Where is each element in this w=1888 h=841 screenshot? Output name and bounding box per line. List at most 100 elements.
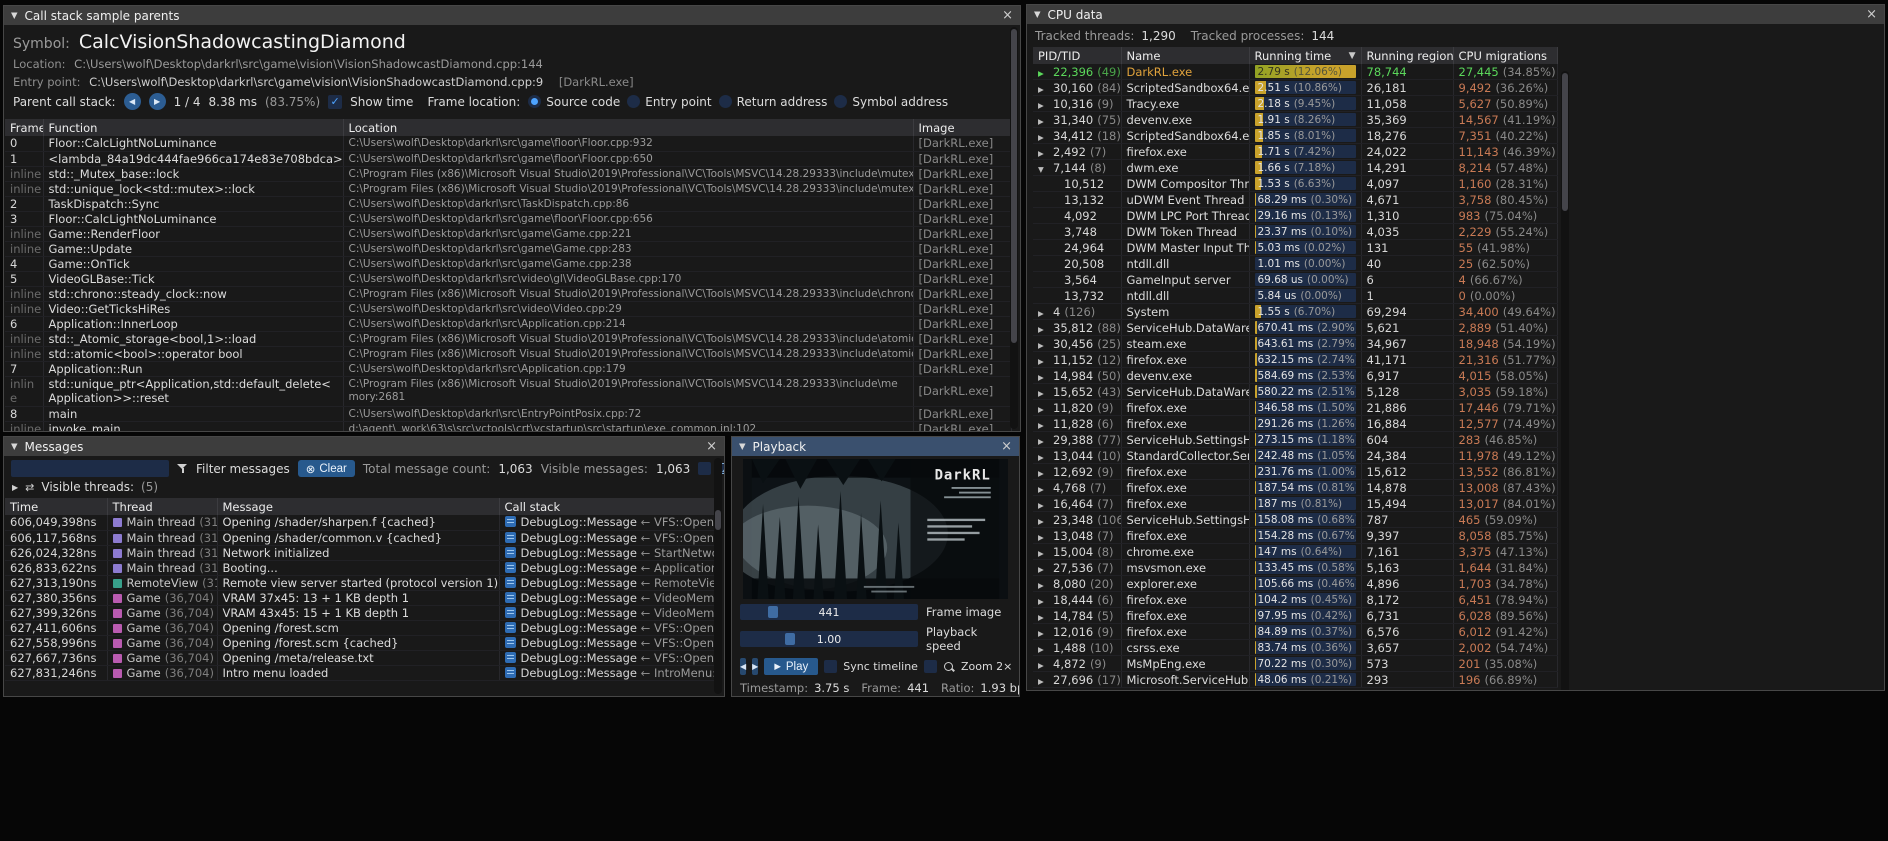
- cpu-row[interactable]: ▶1,488(10)csrss.exe83.74 ms(0.36%)3,6572…: [1033, 640, 1557, 656]
- scrollbar-thumb[interactable]: [1011, 29, 1017, 343]
- callstack-row[interactable]: inlinestd::_Mutex_base::lockC:\Program F…: [5, 166, 1011, 181]
- close-icon[interactable]: ×: [1001, 440, 1012, 453]
- expand-row-icon[interactable]: ▶: [1038, 325, 1049, 334]
- callstack-row[interactable]: 0Floor::CalcLightNoLuminanceC:\Users\wol…: [5, 136, 1011, 151]
- expand-row-icon[interactable]: ▶: [1038, 421, 1049, 430]
- callstack-icon[interactable]: [505, 622, 516, 633]
- callstack-row[interactable]: inlinestd::atomic<bool>::operator boolC:…: [5, 346, 1011, 361]
- cpu-row[interactable]: 24,964DWM Master Input Thread5.03 ms(0.0…: [1033, 240, 1557, 256]
- cpu-row[interactable]: ▶34,412(18)ScriptedSandbox64.exe1.85 s(8…: [1033, 128, 1557, 144]
- radio-source-code[interactable]: Source code: [528, 95, 620, 109]
- callstack-row[interactable]: inlineGame::RenderFloorC:\Users\wolf\Des…: [5, 226, 1011, 241]
- cpu-row[interactable]: ▶15,652(43)ServiceHub.DataWarehouseHost.…: [1033, 384, 1557, 400]
- callstack-row[interactable]: inlinestd::unique_ptr<Application,std::d…: [5, 376, 1011, 407]
- callstack-icon[interactable]: [505, 607, 516, 618]
- expand-row-icon[interactable]: ▶: [1038, 517, 1049, 526]
- radio-return-address[interactable]: Return address: [719, 95, 828, 109]
- callstack-icon[interactable]: [505, 652, 516, 663]
- callstack-row[interactable]: 8mainC:\Users\wolf\Desktop\darkrl\src\En…: [5, 407, 1011, 422]
- cpu-row[interactable]: ▶29,388(77)ServiceHub.SettingsHost.exe27…: [1033, 432, 1557, 448]
- cpu-row[interactable]: ▶31,340(75)devenv.exe1.91 s(8.26%)35,369…: [1033, 112, 1557, 128]
- cpu-row[interactable]: ▶18,444(6)firefox.exe104.2 ms(0.45%)8,17…: [1033, 592, 1557, 608]
- column-header-pid-tid[interactable]: PID/TID: [1033, 47, 1121, 64]
- callstack-icon[interactable]: [505, 516, 516, 527]
- scrollbar-thumb[interactable]: [715, 510, 721, 530]
- prev-parent-button[interactable]: ◀: [124, 93, 141, 110]
- callstack-row[interactable]: inlinestd::unique_lock<std::mutex>::lock…: [5, 181, 1011, 196]
- cpu-row[interactable]: ▶8,080(20)explorer.exe105.66 ms(0.46%)4,…: [1033, 576, 1557, 592]
- expand-row-icon[interactable]: ▶: [1038, 469, 1049, 478]
- expand-row-icon[interactable]: ▶: [1038, 149, 1049, 158]
- callstack-row[interactable]: 4Game::OnTickC:\Users\wolf\Desktop\darkr…: [5, 256, 1011, 271]
- cpu-row[interactable]: ▶14,984(50)devenv.exe584.69 ms(2.53%)6,9…: [1033, 368, 1557, 384]
- cpu-row[interactable]: ▶22,396(49)DarkRL.exe2.79 s(12.06%)78,74…: [1033, 64, 1557, 80]
- expand-row-icon[interactable]: ▶: [1038, 357, 1049, 366]
- cpu-row[interactable]: ▼7,144(8)dwm.exe1.66 s(7.18%)14,2918,214…: [1033, 160, 1557, 176]
- cpu-row[interactable]: ▶13,048(7)firefox.exe154.28 ms(0.67%)9,3…: [1033, 528, 1557, 544]
- cpu-row[interactable]: ▶13,044(10)StandardCollector.Service.exe…: [1033, 448, 1557, 464]
- cpu-row[interactable]: ▶10,316(9)Tracy.exe2.18 s(9.45%)11,0585,…: [1033, 96, 1557, 112]
- callstack-row[interactable]: 7Application::RunC:\Users\wolf\Desktop\d…: [5, 361, 1011, 376]
- message-row[interactable]: 627,558,996nsGame(36,704)Opening /forest…: [5, 635, 719, 650]
- next-parent-button[interactable]: ▶: [149, 93, 166, 110]
- callstack-icon[interactable]: [505, 562, 516, 573]
- cpu-row[interactable]: ▶12,692(9)firefox.exe231.76 ms(1.00%)15,…: [1033, 464, 1557, 480]
- expand-row-icon[interactable]: ▶: [1038, 549, 1049, 558]
- expand-row-icon[interactable]: ▶: [1038, 437, 1049, 446]
- expand-row-icon[interactable]: ▶: [1038, 453, 1049, 462]
- collapse-row-icon[interactable]: ▼: [1038, 165, 1049, 174]
- expand-row-icon[interactable]: ▶: [1038, 341, 1049, 350]
- expand-row-icon[interactable]: ▶: [1038, 101, 1049, 110]
- callstack-icon[interactable]: [505, 577, 516, 588]
- cpu-row[interactable]: 4,092DWM LPC Port Thread29.16 ms(0.13%)1…: [1033, 208, 1557, 224]
- expand-row-icon[interactable]: ▶: [1038, 629, 1049, 638]
- close-icon[interactable]: ×: [706, 440, 717, 453]
- cpu-row[interactable]: 20,508ntdll.dll1.01 ms(0.00%)4025(62.50%…: [1033, 256, 1557, 272]
- expand-row-icon[interactable]: ▶: [1038, 485, 1049, 494]
- message-row[interactable]: 627,313,190nsRemoteView(31,392)Remote vi…: [5, 575, 719, 590]
- column-header-running-time[interactable]: Running time▼: [1249, 47, 1361, 64]
- message-row[interactable]: 626,833,622nsMain thread(31,596)Booting.…: [5, 560, 719, 575]
- message-row[interactable]: 606,117,568nsMain thread(31,596)Opening …: [5, 530, 719, 545]
- message-row[interactable]: 627,399,326nsGame(36,704)VRAM 43x45: 15 …: [5, 605, 719, 620]
- cpu-row[interactable]: 13,132uDWM Event Thread68.29 ms(0.30%)4,…: [1033, 192, 1557, 208]
- playback-speed-slider[interactable]: 1.00: [740, 631, 918, 647]
- callstack-icon[interactable]: [505, 532, 516, 543]
- scrollbar[interactable]: [1561, 71, 1569, 691]
- radio-symbol-address[interactable]: Symbol address: [834, 95, 948, 109]
- cpu-row[interactable]: ▶35,812(88)ServiceHub.DataWarehouseHost.…: [1033, 320, 1557, 336]
- callstack-row[interactable]: inlineGame::UpdateC:\Users\wolf\Desktop\…: [5, 241, 1011, 256]
- callstack-row[interactable]: 3Floor::CalcLightNoLuminanceC:\Users\wol…: [5, 211, 1011, 226]
- cpu-row[interactable]: ▶14,784(5)firefox.exe97.95 ms(0.42%)6,73…: [1033, 608, 1557, 624]
- callstack-row[interactable]: inlinestd::_Atomic_storage<bool,1>::load…: [5, 331, 1011, 346]
- callstack-row[interactable]: inlineVideo::GetTicksHiResC:\Users\wolf\…: [5, 301, 1011, 316]
- playback-titlebar[interactable]: ▼ Playback ×: [732, 437, 1019, 456]
- cpu-row[interactable]: 10,512DWM Compositor Thread1.53 s(6.63%)…: [1033, 176, 1557, 192]
- expand-row-icon[interactable]: ▶: [1038, 373, 1049, 382]
- expand-row-icon[interactable]: ▶: [1038, 117, 1049, 126]
- callstack-titlebar[interactable]: ▼ Call stack sample parents ×: [4, 6, 1020, 25]
- expand-row-icon[interactable]: ▶: [1038, 405, 1049, 414]
- collapse-arrow-icon[interactable]: ▼: [11, 442, 18, 452]
- visible-threads-expand-icon[interactable]: ▶: [12, 483, 18, 492]
- radio-entry-point[interactable]: Entry point: [627, 95, 711, 109]
- message-row[interactable]: 626,024,328nsMain thread(31,596)Network …: [5, 545, 719, 560]
- callstack-icon[interactable]: [505, 547, 516, 558]
- message-row[interactable]: 627,380,356nsGame(36,704)VRAM 37x45: 13 …: [5, 590, 719, 605]
- close-icon[interactable]: ×: [1002, 9, 1013, 22]
- message-row[interactable]: 627,667,736nsGame(36,704)Opening /meta/r…: [5, 650, 719, 665]
- expand-row-icon[interactable]: ▶: [1038, 133, 1049, 142]
- zoom-checkbox[interactable]: [924, 660, 937, 673]
- expand-row-icon[interactable]: ▶: [1038, 389, 1049, 398]
- expand-row-icon[interactable]: ▶: [1038, 661, 1049, 670]
- scrollbar-thumb[interactable]: [1562, 73, 1568, 211]
- callstack-row[interactable]: 1<lambda_84a19dc444fae966ca174e83e708bdc…: [5, 151, 1011, 166]
- cpu-row[interactable]: ▶12,016(9)firefox.exe84.89 ms(0.37%)6,57…: [1033, 624, 1557, 640]
- callstack-row[interactable]: 5VideoGLBase::TickC:\Users\wolf\Desktop\…: [5, 271, 1011, 286]
- cpu-row[interactable]: ▶11,820(9)firefox.exe346.58 ms(1.50%)21,…: [1033, 400, 1557, 416]
- column-header-name[interactable]: Name: [1121, 47, 1249, 64]
- cpu-titlebar[interactable]: ▼ CPU data ×: [1027, 5, 1884, 24]
- messages-titlebar[interactable]: ▼ Messages ×: [4, 437, 724, 456]
- cpu-row[interactable]: ▶11,828(6)firefox.exe291.26 ms(1.26%)16,…: [1033, 416, 1557, 432]
- expand-row-icon[interactable]: ▶: [1038, 581, 1049, 590]
